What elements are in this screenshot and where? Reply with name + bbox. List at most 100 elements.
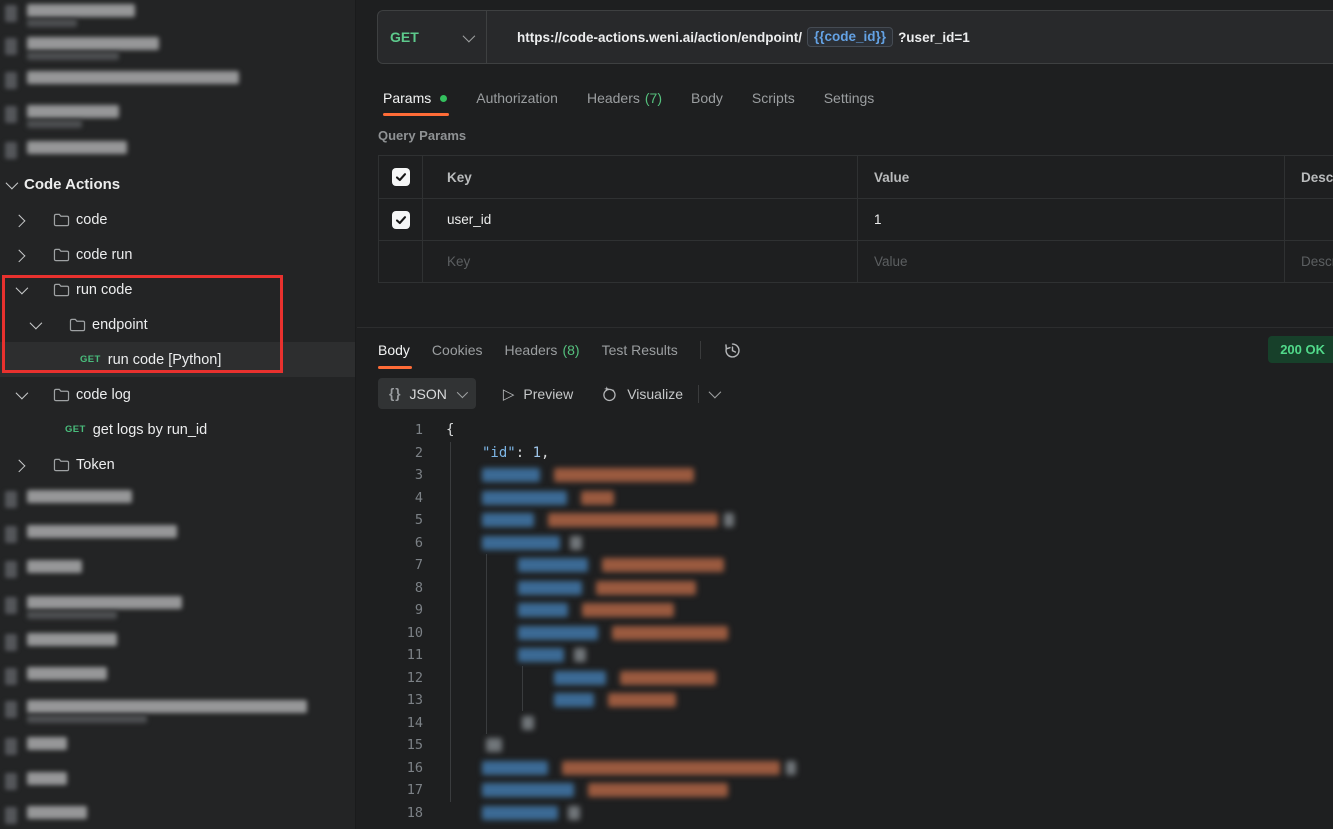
sidebar-folder-run-code[interactable]: run code	[0, 272, 355, 307]
code-line: 11	[357, 644, 1333, 667]
tab-params[interactable]: Params	[383, 90, 447, 106]
redacted-collection-item[interactable]	[0, 71, 355, 101]
chevron-down-icon	[16, 282, 29, 295]
sidebar-item-code-actions[interactable]: Code Actions	[0, 167, 355, 202]
line-number: 11	[357, 647, 423, 663]
tab-body[interactable]: Body	[691, 90, 723, 106]
redacted-collection-item[interactable]	[0, 667, 355, 697]
redacted-icon	[5, 738, 17, 755]
folder-label: code run	[76, 247, 132, 263]
indent-guide	[522, 666, 523, 711]
code-line: 8	[357, 577, 1333, 600]
request-method-tag: GET	[80, 354, 101, 365]
redacted-collection-item[interactable]	[0, 490, 355, 520]
row-checkbox[interactable]	[392, 211, 410, 229]
url-variable-badge[interactable]: {{code_id}}	[807, 27, 893, 47]
redacted-collection-item[interactable]	[0, 596, 355, 626]
value-placeholder[interactable]: Value	[857, 241, 1284, 282]
redacted-collection-item[interactable]	[0, 525, 355, 555]
tab-response-body[interactable]: Body	[378, 342, 410, 358]
tab-headers[interactable]: Headers (7)	[587, 90, 662, 106]
tab-authorization[interactable]: Authorization	[476, 90, 558, 106]
folder-icon	[69, 317, 86, 332]
tab-params-label: Params	[383, 90, 431, 106]
redacted-text-bar	[27, 141, 127, 154]
redacted-collection-item[interactable]	[0, 737, 355, 767]
chevron-down-icon	[6, 177, 19, 190]
line-content	[446, 783, 728, 797]
redacted-json-bracket	[486, 738, 502, 752]
redacted-subtext-bar	[27, 715, 147, 723]
check-icon	[395, 214, 407, 226]
chevron-right-icon	[13, 250, 26, 263]
line-number: 17	[357, 782, 423, 798]
line-number: 5	[357, 512, 423, 528]
redacted-collection-item[interactable]	[0, 633, 355, 663]
url-suffix: ?user_id=1	[898, 30, 970, 45]
line-number: 14	[357, 715, 423, 731]
line-content	[446, 648, 586, 662]
redacted-json-key	[482, 761, 548, 775]
history-button[interactable]	[723, 341, 742, 360]
redacted-json-bracket	[574, 648, 586, 662]
sidebar-folder-code[interactable]: code	[0, 202, 355, 237]
param-value-cell[interactable]: 1	[857, 199, 1284, 240]
line-content	[446, 536, 582, 550]
response-tabs: Body Cookies Headers (8) Test Results	[378, 333, 742, 367]
redacted-icon	[5, 773, 17, 790]
redacted-text-bar	[27, 737, 67, 750]
redacted-collection-item[interactable]	[0, 105, 355, 135]
preview-button[interactable]: ▷ Preview	[503, 385, 573, 403]
redacted-collection-item[interactable]	[0, 560, 355, 590]
line-number: 15	[357, 737, 423, 753]
tab-response-headers[interactable]: Headers (8)	[505, 342, 580, 358]
line-content	[446, 513, 734, 527]
sidebar-request-get-logs-by-run-id[interactable]: GETget logs by run_id	[0, 412, 355, 447]
code-line: 5	[357, 509, 1333, 532]
select-all-checkbox[interactable]	[392, 168, 410, 186]
code-line: 9	[357, 599, 1333, 622]
line-content	[446, 626, 728, 640]
tab-test-results[interactable]: Test Results	[602, 342, 678, 358]
tab-settings[interactable]: Settings	[824, 90, 875, 106]
line-number: 9	[357, 602, 423, 618]
param-desc-cell[interactable]	[1284, 199, 1333, 240]
redacted-json-value	[562, 761, 780, 775]
sidebar-folder-token[interactable]: Token	[0, 447, 355, 482]
sidebar-folder-code-run[interactable]: code run	[0, 237, 355, 272]
sidebar-folder-endpoint[interactable]: endpoint	[0, 307, 355, 342]
line-number: 6	[357, 535, 423, 551]
redacted-icon	[5, 668, 17, 685]
redacted-collection-item[interactable]	[0, 700, 355, 730]
response-headers-count: (8)	[562, 342, 579, 358]
code-line: 1{	[357, 419, 1333, 442]
redacted-collection-item[interactable]	[0, 4, 355, 34]
tab-response-headers-label: Headers	[505, 342, 558, 358]
param-key-cell[interactable]: user_id	[422, 199, 857, 240]
key-placeholder[interactable]: Key	[422, 241, 857, 282]
more-formats-button[interactable]	[709, 389, 718, 398]
sidebar-folder-code-log[interactable]: code log	[0, 377, 355, 412]
redacted-collection-item[interactable]	[0, 37, 355, 67]
redacted-text-bar	[27, 4, 135, 17]
format-select[interactable]: {} JSON	[378, 378, 476, 409]
divider	[698, 385, 699, 403]
redacted-text-bar	[27, 37, 159, 50]
line-content: {	[446, 422, 454, 438]
redacted-subtext-bar	[27, 120, 82, 128]
tab-scripts[interactable]: Scripts	[752, 90, 795, 106]
line-number: 8	[357, 580, 423, 596]
redacted-collection-item[interactable]	[0, 806, 355, 829]
redacted-collection-item[interactable]	[0, 772, 355, 802]
sidebar-request-run-code-python[interactable]: GETrun code [Python]	[0, 342, 355, 377]
folder-label: Token	[76, 457, 115, 473]
tab-cookies[interactable]: Cookies	[432, 342, 483, 358]
method-select[interactable]: GET	[378, 11, 486, 63]
redacted-icon	[5, 701, 17, 718]
visualize-button[interactable]: Visualize	[600, 385, 683, 403]
url-input[interactable]: https://code-actions.weni.ai/action/endp…	[517, 27, 970, 47]
response-body-viewer[interactable]: 1{2"id": 1,3456789101112131415161718	[357, 419, 1333, 829]
code-line: 7	[357, 554, 1333, 577]
redacted-json-key	[518, 626, 598, 640]
desc-placeholder[interactable]: Description	[1284, 241, 1333, 282]
